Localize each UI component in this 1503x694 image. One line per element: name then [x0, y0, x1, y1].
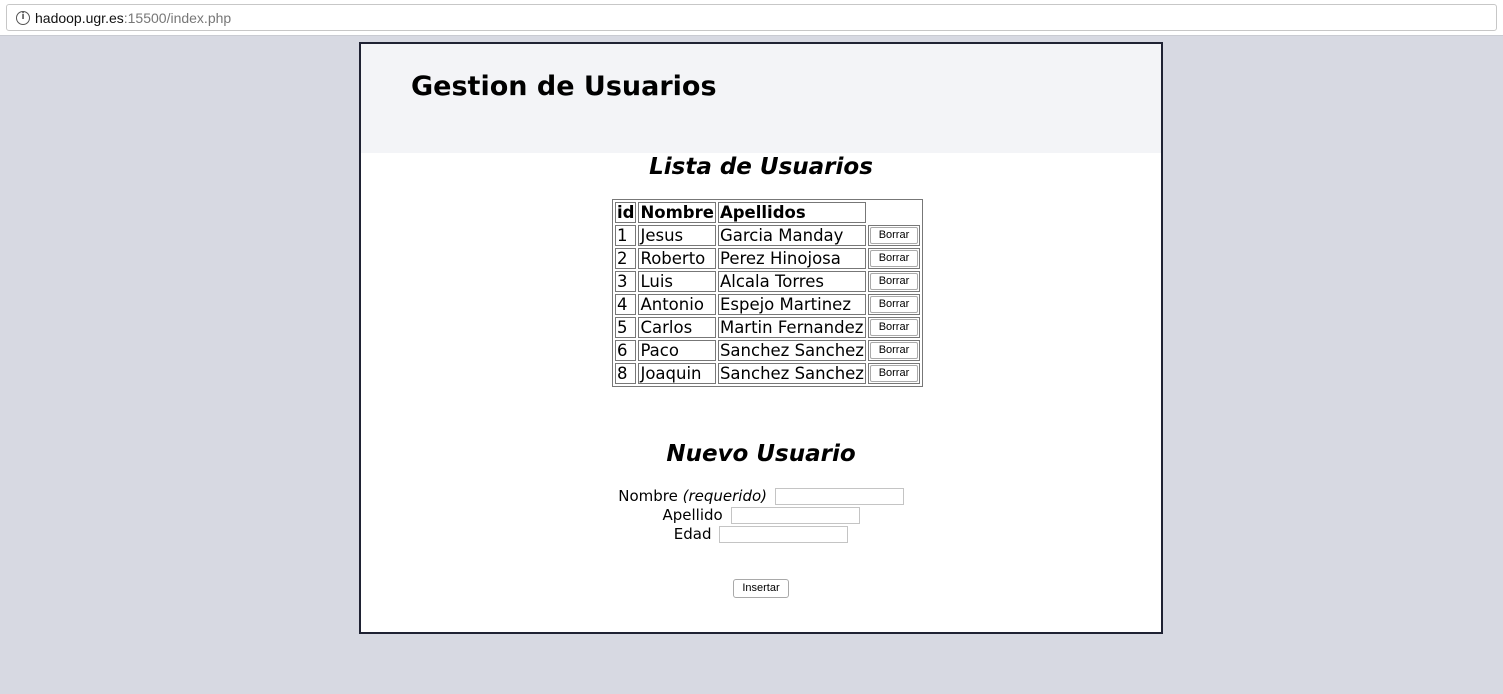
delete-button[interactable]: Borrar: [869, 273, 918, 290]
delete-button[interactable]: Borrar: [869, 365, 918, 382]
users-table: id Nombre Apellidos 1 Jesus Garcia Manda…: [612, 199, 923, 387]
delete-button[interactable]: Borrar: [869, 250, 918, 267]
cell-nombre: Paco: [638, 340, 716, 361]
page-title: Gestion de Usuarios: [411, 71, 717, 102]
nombre-label-text: Nombre: [618, 487, 678, 505]
table-header-row: id Nombre Apellidos: [615, 202, 920, 223]
column-header-actions: [868, 202, 920, 223]
cell-actions: Borrar: [867, 294, 920, 315]
new-user-title: Nuevo Usuario: [666, 441, 856, 467]
table-row: 5 Carlos Martin Fernandez Borrar: [615, 317, 920, 338]
column-header-nombre: Nombre: [638, 202, 716, 223]
cell-apellidos: Martin Fernandez: [717, 317, 866, 338]
cell-apellidos: Perez Hinojosa: [717, 248, 866, 269]
cell-id: 3: [615, 271, 637, 292]
url-host: hadoop.ugr.es: [35, 10, 124, 26]
cell-apellidos: Sanchez Sanchez: [717, 340, 866, 361]
apellido-label: Apellido: [662, 506, 723, 524]
users-list-title: Lista de Usuarios: [649, 154, 873, 180]
page-container: Gestion de Usuarios Lista de Usuarios id…: [359, 42, 1163, 634]
table-row: 2 Roberto Perez Hinojosa Borrar: [615, 248, 920, 269]
table-row: 4 Antonio Espejo Martinez Borrar: [615, 294, 920, 315]
page-header: Gestion de Usuarios: [361, 44, 1161, 153]
table-row: 1 Jesus Garcia Manday Borrar: [615, 225, 920, 246]
cell-apellidos: Alcala Torres: [717, 271, 866, 292]
required-hint: (requerido): [682, 487, 767, 505]
nombre-input[interactable]: [774, 488, 904, 505]
cell-actions: Borrar: [867, 271, 920, 292]
url-text: hadoop.ugr.es:15500/index.php: [35, 9, 231, 27]
cell-id: 5: [615, 317, 637, 338]
info-icon[interactable]: i: [16, 11, 30, 25]
edad-input[interactable]: [719, 526, 849, 543]
cell-actions: Borrar: [867, 225, 920, 246]
cell-id: 4: [615, 294, 637, 315]
table-row: 3 Luis Alcala Torres Borrar: [615, 271, 920, 292]
cell-id: 2: [615, 248, 637, 269]
cell-actions: Borrar: [867, 363, 920, 384]
cell-apellidos: Garcia Manday: [717, 225, 866, 246]
apellido-input[interactable]: [730, 507, 860, 524]
url-path: :15500/index.php: [123, 10, 232, 26]
cell-actions: Borrar: [867, 317, 920, 338]
form-row-edad: Edad: [361, 525, 1161, 544]
delete-button[interactable]: Borrar: [869, 227, 918, 244]
cell-apellidos: Espejo Martinez: [717, 294, 866, 315]
cell-id: 6: [615, 340, 637, 361]
form-row-apellido: Apellido: [361, 506, 1161, 525]
table-row: 6 Paco Sanchez Sanchez Borrar: [615, 340, 920, 361]
cell-id: 8: [615, 363, 637, 384]
delete-button[interactable]: Borrar: [869, 319, 918, 336]
table-row: 8 Joaquin Sanchez Sanchez Borrar: [615, 363, 920, 384]
url-field[interactable]: i hadoop.ugr.es:15500/index.php: [6, 4, 1497, 31]
column-header-id: id: [615, 202, 637, 223]
cell-id: 1: [615, 225, 637, 246]
form-row-nombre: Nombre (requerido): [361, 487, 1161, 506]
insert-button[interactable]: Insertar: [733, 579, 789, 598]
cell-nombre: Roberto: [638, 248, 716, 269]
cell-actions: Borrar: [867, 340, 920, 361]
cell-apellidos: Sanchez Sanchez: [717, 363, 866, 384]
cell-nombre: Antonio: [638, 294, 716, 315]
delete-button[interactable]: Borrar: [869, 296, 918, 313]
delete-button[interactable]: Borrar: [869, 342, 918, 359]
edad-label: Edad: [673, 525, 712, 543]
browser-address-bar: i hadoop.ugr.es:15500/index.php: [0, 0, 1503, 36]
cell-actions: Borrar: [867, 248, 920, 269]
cell-nombre: Jesus: [638, 225, 716, 246]
cell-nombre: Joaquin: [638, 363, 716, 384]
cell-nombre: Luis: [638, 271, 716, 292]
column-header-apellidos: Apellidos: [717, 202, 866, 223]
cell-nombre: Carlos: [638, 317, 716, 338]
nombre-label: Nombre (requerido): [618, 487, 767, 505]
